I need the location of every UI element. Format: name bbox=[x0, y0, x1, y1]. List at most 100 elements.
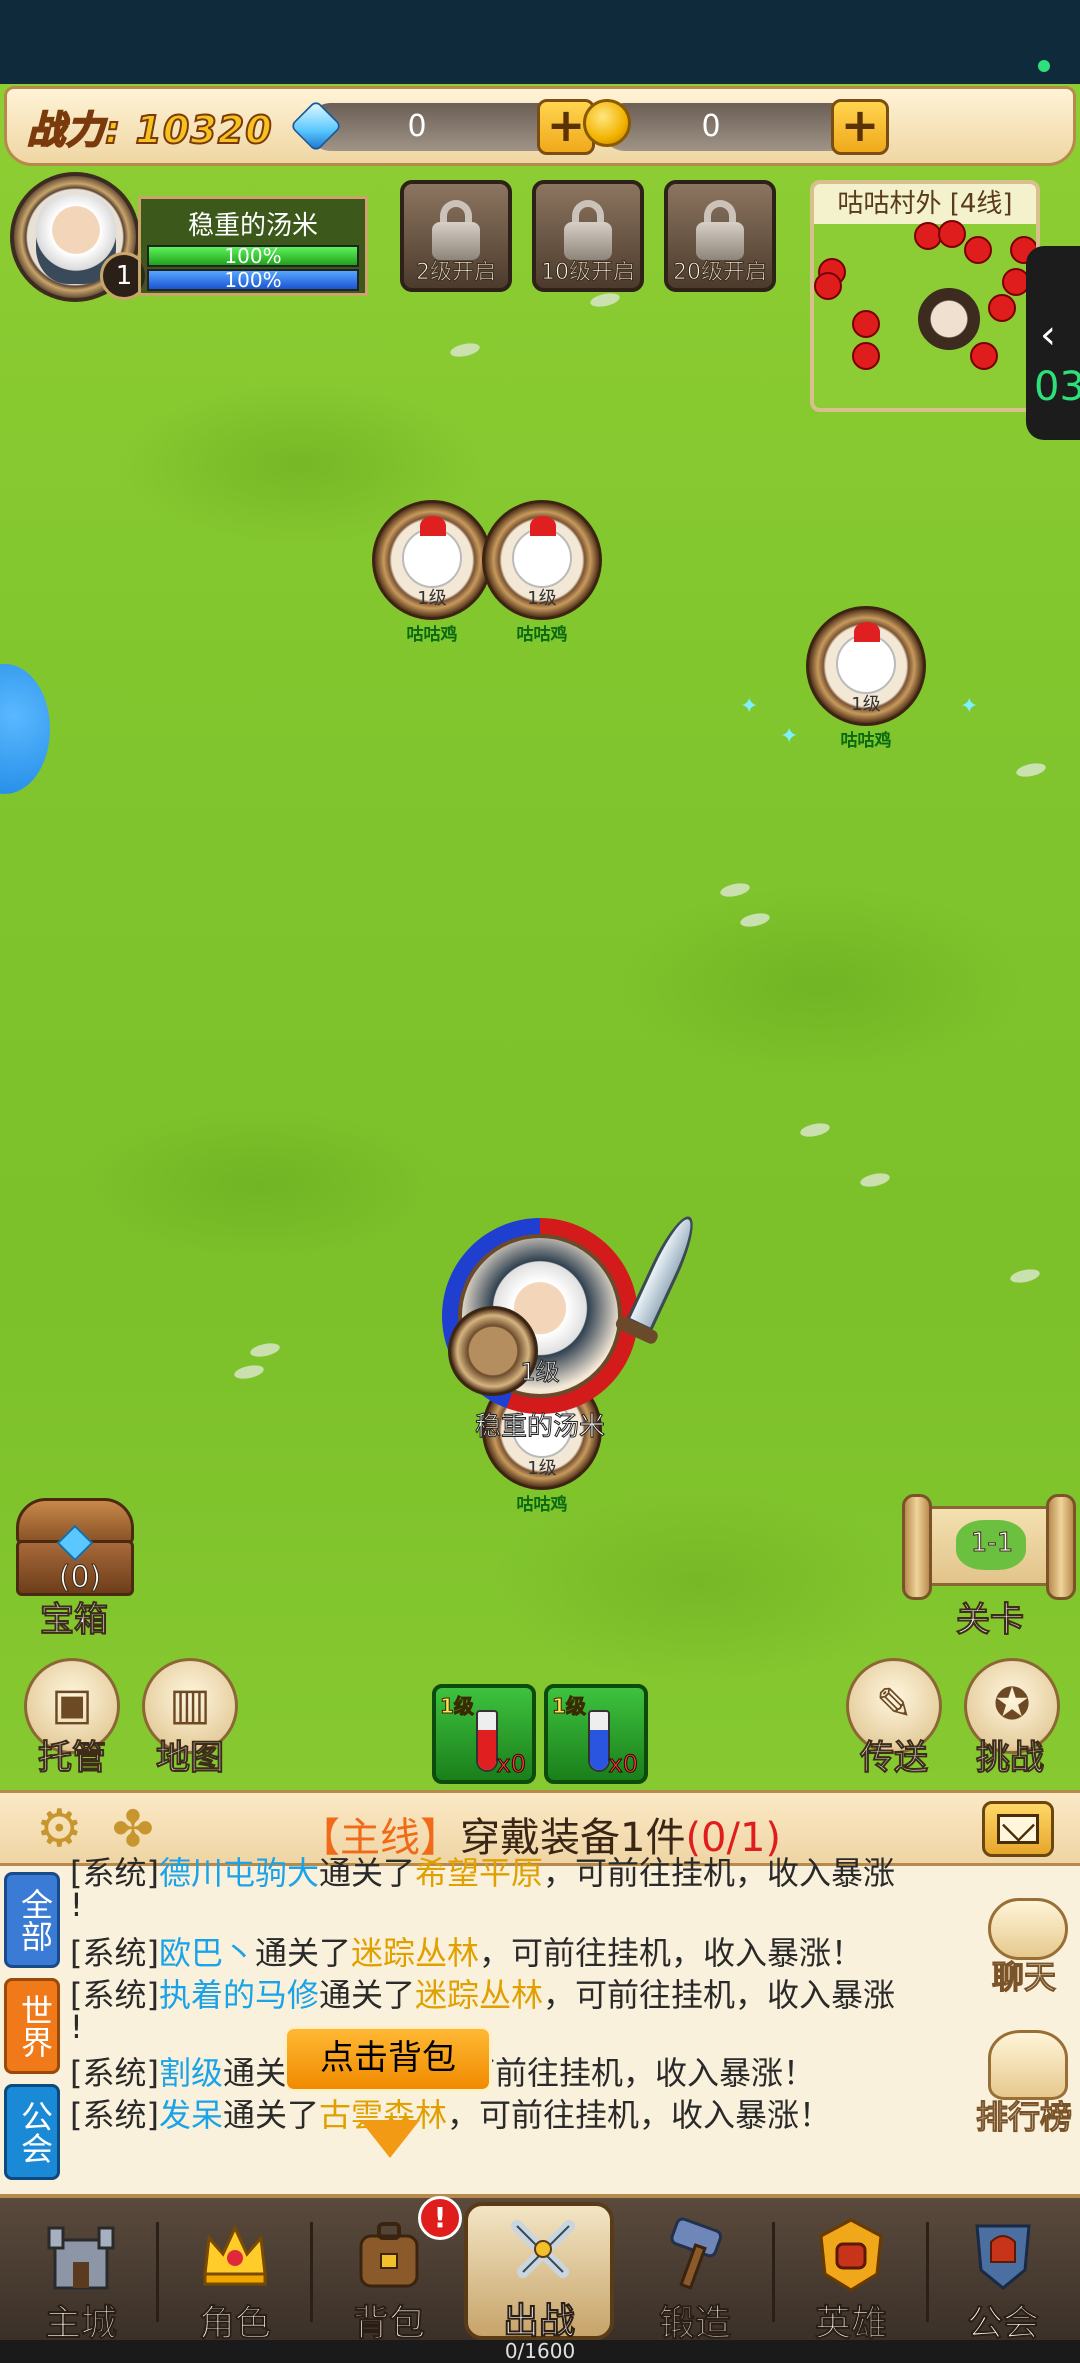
mail-button[interactable] bbox=[982, 1801, 1054, 1857]
monster-chicken[interactable]: 1级 咕咕鸡 bbox=[372, 500, 492, 645]
nav-separator bbox=[156, 2222, 159, 2322]
nav-label: 英雄 bbox=[814, 2302, 888, 2345]
nav-item-main-city[interactable]: 主城 bbox=[6, 2208, 156, 2345]
nav-item-guild[interactable]: 公会 bbox=[928, 2208, 1078, 2345]
pentagram-icon: ✪ bbox=[993, 1679, 1031, 1730]
status-indicator-dot bbox=[1038, 60, 1050, 72]
chat-message: [系统]割级通关 可前往挂机，收入暴涨！ bbox=[70, 2048, 970, 2094]
mp-potion-slot[interactable]: 1级 x0 bbox=[544, 1684, 648, 1784]
pebble bbox=[589, 291, 621, 309]
player-name: 稳重的汤米 bbox=[187, 211, 318, 241]
chat-mid: 通关了 bbox=[223, 2096, 320, 2134]
locked-slot-3[interactable]: 20级开启 bbox=[664, 180, 776, 292]
monster-level: 1级 bbox=[527, 588, 557, 609]
nav-label: 背包 bbox=[352, 2302, 426, 2345]
chat-place: 迷踪丛林 bbox=[351, 1934, 480, 1972]
hp-potion-slot[interactable]: 1级 x0 bbox=[432, 1684, 536, 1784]
minimap[interactable]: 咕咕村外 [4线] bbox=[810, 180, 1040, 412]
nav-separator bbox=[310, 2222, 313, 2322]
stage-number: 1-1 bbox=[970, 1528, 1014, 1559]
tutorial-tip[interactable]: 点击背包 bbox=[284, 2026, 492, 2092]
add-gold-button[interactable]: + bbox=[831, 99, 889, 155]
chat-prefix: [系统] bbox=[70, 2054, 159, 2092]
hammer-icon bbox=[670, 2217, 723, 2290]
scroll-roll-left bbox=[902, 1494, 932, 1600]
chat-panel[interactable]: 全部 世界 公会 [系统]德川屯驹大通关了希望平原，可前往挂机，收入暴涨 ! [… bbox=[0, 1854, 1080, 2194]
leaderboard-button-label[interactable]: 排行榜 bbox=[975, 2092, 1073, 2138]
tip-arrow-icon bbox=[360, 2120, 420, 2158]
monster-level: 1级 bbox=[851, 694, 881, 715]
chicken-comb bbox=[854, 622, 880, 642]
bottom-navigation: 主城 角色 背包 出战 锻造 英雄 公会 bbox=[0, 2194, 1080, 2345]
potion-level: 1级 bbox=[552, 1694, 587, 1719]
chat-message: [系统]发呆通关了古雲森林，可前往挂机，收入暴涨！ bbox=[70, 2090, 970, 2136]
locked-slot-label: 20级开启 bbox=[673, 260, 768, 286]
chat-tab-guild[interactable]: 公会 bbox=[4, 2084, 60, 2180]
monster-name: 咕咕鸡 bbox=[516, 1495, 568, 1515]
chat-bubble-icon[interactable] bbox=[988, 1898, 1068, 1960]
mp-bar: 100% bbox=[147, 269, 359, 291]
gold-amount: 0 bbox=[701, 109, 721, 144]
nav-label: 公会 bbox=[966, 2302, 1040, 2345]
chat-tab-all[interactable]: 全部 bbox=[4, 1872, 60, 1968]
sparkle-icon: ✦ bbox=[960, 694, 979, 719]
chat-message: [系统]欧巴丶通关了迷踪丛林，可前往挂机，收入暴涨！ bbox=[70, 1928, 970, 1974]
sparkle-icon: ✦ bbox=[740, 694, 759, 719]
nav-item-battle[interactable]: 出战 bbox=[464, 2202, 614, 2343]
chicken-icon bbox=[402, 528, 462, 588]
chat-mid: 通关了 bbox=[255, 1934, 352, 1972]
minimap-title: 咕咕村外 [4线] bbox=[814, 184, 1036, 224]
pebble bbox=[449, 341, 481, 359]
monster-name: 咕咕鸡 bbox=[840, 731, 892, 751]
map-icon: ▥ bbox=[169, 1679, 211, 1730]
locked-slot-label: 2级开启 bbox=[416, 260, 497, 286]
pebble bbox=[859, 1171, 891, 1189]
chat-player-name[interactable]: 发呆 bbox=[159, 2096, 223, 2134]
nav-item-forge[interactable]: 锻造 bbox=[620, 2208, 770, 2345]
stage-button[interactable]: 1-1 bbox=[902, 1494, 1078, 1600]
chicken-comb bbox=[530, 516, 556, 536]
chat-button-label[interactable]: 聊天 bbox=[976, 1952, 1072, 1998]
locked-slot-1[interactable]: 2级开启 bbox=[400, 180, 512, 292]
chicken-icon bbox=[836, 634, 896, 694]
chicken-icon bbox=[512, 528, 572, 588]
locked-slot-label: 10级开启 bbox=[541, 260, 636, 286]
potion-count: x0 bbox=[496, 1750, 527, 1779]
bone-icon: ✎ bbox=[875, 1679, 913, 1730]
player-info-panel: 稳重的汤米 100% 100% bbox=[138, 196, 368, 296]
minimap-enemy-dot bbox=[852, 342, 880, 370]
envelope-icon bbox=[997, 1814, 1039, 1844]
chat-player-name[interactable]: 欧巴丶 bbox=[159, 1934, 255, 1972]
chicken-comb bbox=[420, 516, 446, 536]
crown-icon bbox=[203, 2224, 267, 2286]
chat-suffix: 可前往挂机，收入暴涨！ bbox=[463, 2054, 816, 2092]
hero-level: 1级 bbox=[520, 1358, 560, 1387]
nav-separator bbox=[772, 2222, 775, 2322]
pebble bbox=[799, 1121, 831, 1139]
hero-name: 稳重的汤米 bbox=[474, 1412, 605, 1443]
blue-portal-orb[interactable] bbox=[0, 664, 50, 794]
minimap-enemy-dot bbox=[852, 310, 880, 338]
side-drawer-tab[interactable]: ‹ 03 bbox=[1026, 246, 1080, 440]
monster-level: 1级 bbox=[417, 588, 447, 609]
chevron-left-icon: ‹ bbox=[1040, 312, 1056, 358]
gamepad-icon: ▣ bbox=[51, 1679, 93, 1730]
nav-item-hero[interactable]: 英雄 bbox=[776, 2208, 926, 2345]
combat-power: 战力: 10320 bbox=[26, 107, 273, 153]
diamond-amount: 0 bbox=[407, 109, 427, 144]
hp-bar: 100% bbox=[147, 245, 359, 267]
gold-counter: 0 + bbox=[583, 99, 889, 155]
monster-chicken[interactable]: 1级 咕咕鸡 bbox=[482, 500, 602, 645]
side-tab-number: 03 bbox=[1034, 364, 1080, 410]
nav-item-character[interactable]: 角色 bbox=[160, 2208, 310, 2345]
chat-player-name[interactable]: 割级 bbox=[159, 2054, 223, 2092]
nav-label: 出战 bbox=[502, 2300, 576, 2343]
minimap-player-marker bbox=[918, 288, 980, 350]
trophy-icon[interactable] bbox=[988, 2030, 1068, 2100]
locked-slot-2[interactable]: 10级开启 bbox=[532, 180, 644, 292]
crossed-swords-icon bbox=[511, 2220, 575, 2278]
pebble bbox=[249, 1341, 281, 1359]
monster-chicken[interactable]: 1级 咕咕鸡 bbox=[806, 606, 926, 751]
chat-tab-world[interactable]: 世界 bbox=[4, 1978, 60, 2074]
chest-count: (0) bbox=[58, 1560, 102, 1596]
